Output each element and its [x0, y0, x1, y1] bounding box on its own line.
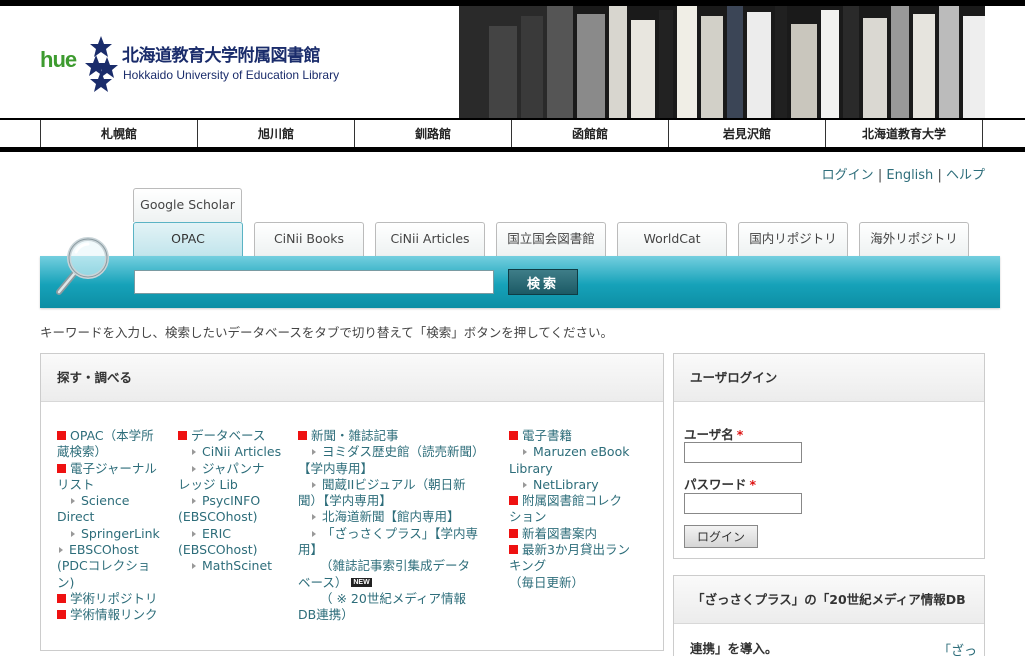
required-mark: * [749, 477, 757, 492]
help-link[interactable]: ヘルプ [946, 168, 985, 183]
maruzen-link-cont[interactable]: Library [509, 461, 553, 476]
zassaku-link[interactable]: 「ざっさくプラス」【学内専 [298, 526, 498, 542]
promo-panel: 「ざっさくプラス」の「20世紀メディア情報DB 連携」を導入。 「ざっ [673, 575, 985, 656]
psycinfo-link-cont[interactable]: (EBSCOhost) [178, 509, 258, 524]
tab-overseas-repo[interactable]: 海外リポジトリ [859, 222, 969, 256]
tab-ndl[interactable]: 国立国会図書館 [496, 222, 606, 256]
database-link[interactable]: データベース [178, 428, 290, 444]
explore-col-4: 電子書籍 Maruzen eBook Library NetLibrary 附属… [509, 428, 649, 591]
utility-links: ログイン | English | ヘルプ [822, 164, 985, 183]
repository-link[interactable]: 学術リポジトリ [57, 591, 169, 607]
nav-asahikawa[interactable]: 旭川館 [198, 120, 355, 147]
nav-iwamizawa[interactable]: 岩見沢館 [669, 120, 826, 147]
util-separator: | [877, 168, 883, 183]
ejournal-link-cont[interactable]: リスト [57, 477, 95, 492]
magnifier-icon [56, 237, 109, 295]
explore-panel-title: 探す・調べる [41, 354, 663, 402]
username-label: ユーザ名 * [684, 427, 744, 442]
tab-google-scholar[interactable]: Google Scholar [133, 188, 242, 222]
search-instructions: キーワードを入力し、検索したいデータベースをタブで切り替えて「検索」ボタンを押し… [40, 325, 614, 340]
opac-link[interactable]: OPAC（本学所 [57, 428, 169, 444]
sciencedirect-link[interactable]: Science [57, 493, 169, 509]
zassaku-index-text-cont[interactable]: ベース） [298, 575, 347, 590]
collection-link[interactable]: 附属図書館コレク [509, 493, 649, 509]
cinii-articles-link[interactable]: CiNii Articles [178, 444, 290, 460]
maruzen-link[interactable]: Maruzen eBook [509, 444, 649, 460]
ebscohost-link-cont2[interactable]: ン) [57, 575, 74, 590]
ebscohost-link[interactable]: EBSCOhost [57, 542, 169, 558]
eric-link[interactable]: ERIC [178, 526, 290, 542]
branch-nav: 札幌館 旭川館 釧路館 函館館 岩見沢館 北海道教育大学 [0, 118, 1025, 152]
zassaku-index-text[interactable]: （雑誌記事索引集成データ [320, 558, 470, 573]
nav-sapporo[interactable]: 札幌館 [41, 120, 198, 147]
explore-col-2: データベース CiNii Articles ジャパンナ レッジ Lib Psyc… [178, 428, 290, 575]
promo-link-fragment[interactable]: 「ざっ [938, 640, 977, 656]
explore-col-3: 新聞・雑誌記事 ヨミダス歴史館（読売新聞） 【学内専用】 聞蔵IIビジュアル（朝… [298, 428, 498, 624]
password-input[interactable] [684, 493, 802, 514]
japanknowledge-link-cont[interactable]: レッジ Lib [178, 477, 238, 492]
login-panel-title: ユーザログイン [674, 354, 984, 402]
psycinfo-link[interactable]: PsycINFO [178, 493, 290, 509]
yomidas-link[interactable]: ヨミダス歴史館（読売新聞） [298, 444, 498, 460]
eric-link-cont[interactable]: (EBSCOhost) [178, 542, 258, 557]
news-link[interactable]: 新聞・雑誌記事 [298, 428, 498, 444]
zassaku-link-cont[interactable]: 用】 [298, 542, 323, 557]
search-input[interactable] [134, 270, 494, 294]
tab-cinii-articles[interactable]: CiNii Articles [375, 222, 485, 256]
media-db-text-cont[interactable]: DB連携） [298, 607, 354, 622]
collection-link-cont[interactable]: ション [509, 509, 547, 524]
opac-link-cont[interactable]: 蔵検索） [57, 444, 107, 459]
site-header: hue 北海道教育大学附属図書館 Hokkaido University of … [0, 6, 1025, 118]
tab-cinii-books[interactable]: CiNii Books [254, 222, 364, 256]
ebscohost-link-cont[interactable]: (PDCコレクショ [57, 558, 150, 573]
header-books-photo [459, 6, 985, 118]
library-logo[interactable]: hue 北海道教育大学附属図書館 Hokkaido University of … [40, 36, 380, 96]
nav-kushiro[interactable]: 釧路館 [355, 120, 512, 147]
login-link[interactable]: ログイン [822, 168, 874, 183]
ranking-link[interactable]: 最新3か月貸出ラン [509, 542, 649, 558]
tab-worldcat[interactable]: WorldCat [617, 222, 727, 256]
nav-university[interactable]: 北海道教育大学 [826, 120, 983, 147]
asahi-link[interactable]: 聞蔵IIビジュアル（朝日新 [298, 477, 498, 493]
login-panel: ユーザログイン ユーザ名 * パスワード * ログイン [673, 353, 985, 559]
explore-panel: 探す・調べる OPAC（本学所 蔵検索） 電子ジャーナル リスト Science… [40, 353, 664, 651]
asahi-link-cont[interactable]: 聞）【学内専用】 [298, 493, 392, 508]
util-separator: | [937, 168, 942, 183]
english-link[interactable]: English [886, 168, 933, 183]
netlibrary-link[interactable]: NetLibrary [509, 477, 649, 493]
sciencedirect-link-cont[interactable]: Direct [57, 509, 94, 524]
ebook-link[interactable]: 電子書籍 [509, 428, 649, 444]
media-db-text[interactable]: （ ※ 20世紀メディア情報 [320, 591, 466, 606]
academic-links[interactable]: 学術情報リンク [57, 607, 169, 623]
promo-panel-title: 「ざっさくプラス」の「20世紀メディア情報DB [674, 576, 984, 624]
logo-title-ja: 北海道教育大学附属図書館 [122, 46, 321, 66]
nav-hakodate[interactable]: 函館館 [512, 120, 669, 147]
stars-icon [85, 36, 118, 92]
springerlink-link[interactable]: SpringerLink [57, 526, 169, 542]
ranking-link-cont2[interactable]: （毎日更新） [509, 575, 584, 590]
required-mark: * [736, 427, 744, 442]
logo-title-en: Hokkaido University of Education Library [123, 68, 340, 82]
username-input[interactable] [684, 442, 802, 463]
ejournal-link[interactable]: 電子ジャーナル [57, 461, 169, 477]
new-books-link[interactable]: 新着図書案内 [509, 526, 649, 542]
new-badge: NEW [351, 577, 372, 587]
password-label: パスワード * [684, 477, 757, 492]
hokkaido-shimbun-link[interactable]: 北海道新聞【館内専用】 [298, 509, 498, 525]
mathscinet-link[interactable]: MathScinet [178, 558, 290, 574]
ranking-link-cont[interactable]: キング [509, 558, 546, 573]
logo-mark: hue [40, 47, 77, 72]
yomidas-link-cont[interactable]: 【学内専用】 [298, 461, 373, 476]
search-button[interactable]: 検索 [508, 269, 578, 295]
promo-line: 連携」を導入。 [690, 641, 778, 656]
tab-opac[interactable]: OPAC [133, 222, 243, 256]
login-button[interactable]: ログイン [684, 525, 758, 548]
explore-col-1: OPAC（本学所 蔵検索） 電子ジャーナル リスト Science Direct… [57, 428, 169, 624]
tab-domestic-repo[interactable]: 国内リポジトリ [738, 222, 848, 256]
japanknowledge-link[interactable]: ジャパンナ [178, 461, 290, 477]
